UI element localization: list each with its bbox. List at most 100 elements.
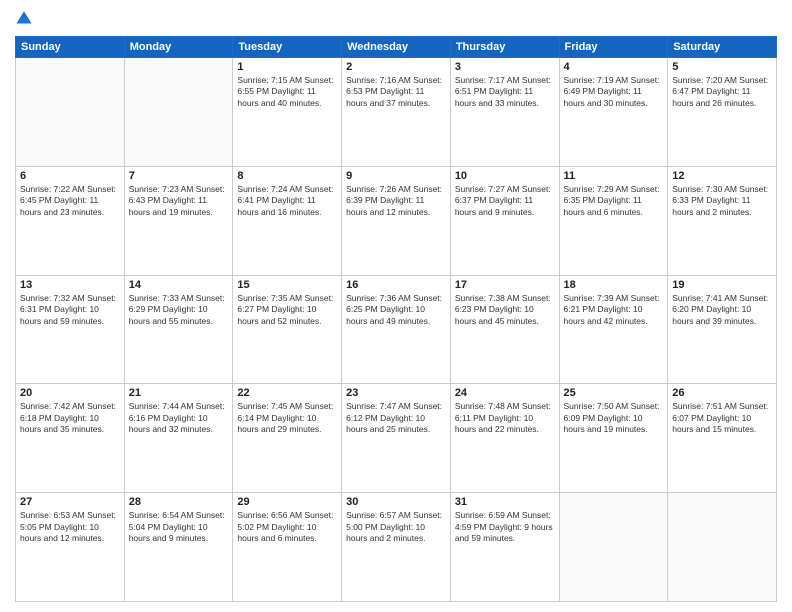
col-tuesday: Tuesday [233, 37, 342, 58]
day-info: Sunrise: 6:53 AM Sunset: 5:05 PM Dayligh… [20, 510, 120, 544]
day-info: Sunrise: 7:32 AM Sunset: 6:31 PM Dayligh… [20, 293, 120, 327]
day-info: Sunrise: 7:15 AM Sunset: 6:55 PM Dayligh… [237, 75, 337, 109]
day-number: 5 [672, 61, 772, 73]
day-number: 11 [564, 170, 664, 182]
day-number: 8 [237, 170, 337, 182]
calendar-week-2: 13 Sunrise: 7:32 AM Sunset: 6:31 PM Dayli… [16, 275, 777, 384]
day-number: 19 [672, 279, 772, 291]
logo-icon [15, 10, 33, 28]
day-number: 9 [346, 170, 446, 182]
calendar-cell [124, 58, 233, 167]
calendar-cell: 3 Sunrise: 7:17 AM Sunset: 6:51 PM Daylig… [450, 58, 559, 167]
day-info: Sunrise: 7:47 AM Sunset: 6:12 PM Dayligh… [346, 401, 446, 435]
day-info: Sunrise: 6:57 AM Sunset: 5:00 PM Dayligh… [346, 510, 446, 544]
day-info: Sunrise: 7:33 AM Sunset: 6:29 PM Dayligh… [129, 293, 229, 327]
day-number: 15 [237, 279, 337, 291]
calendar-cell: 30Sunrise: 6:57 AM Sunset: 5:00 PM Dayli… [342, 493, 451, 602]
day-number: 31 [455, 496, 555, 508]
calendar-week-1: 6 Sunrise: 7:22 AM Sunset: 6:45 PM Daylig… [16, 166, 777, 275]
calendar-header-row: Sunday Monday Tuesday Wednesday Thursday… [16, 37, 777, 58]
day-info: Sunrise: 7:22 AM Sunset: 6:45 PM Dayligh… [20, 184, 120, 218]
col-wednesday: Wednesday [342, 37, 451, 58]
calendar-cell: 22Sunrise: 7:45 AM Sunset: 6:14 PM Dayli… [233, 384, 342, 493]
day-number: 27 [20, 496, 120, 508]
calendar-cell: 16Sunrise: 7:36 AM Sunset: 6:25 PM Dayli… [342, 275, 451, 384]
day-info: Sunrise: 7:44 AM Sunset: 6:16 PM Dayligh… [129, 401, 229, 435]
day-info: Sunrise: 7:26 AM Sunset: 6:39 PM Dayligh… [346, 184, 446, 218]
calendar-cell: 7 Sunrise: 7:23 AM Sunset: 6:43 PM Daylig… [124, 166, 233, 275]
day-number: 2 [346, 61, 446, 73]
day-number: 14 [129, 279, 229, 291]
day-info: Sunrise: 7:38 AM Sunset: 6:23 PM Dayligh… [455, 293, 555, 327]
calendar-week-3: 20 Sunrise: 7:42 AM Sunset: 6:18 PM Dayli… [16, 384, 777, 493]
day-info: Sunrise: 7:17 AM Sunset: 6:51 PM Dayligh… [455, 75, 555, 109]
day-number: 10 [455, 170, 555, 182]
col-sunday: Sunday [16, 37, 125, 58]
col-monday: Monday [124, 37, 233, 58]
day-info: Sunrise: 6:54 AM Sunset: 5:04 PM Dayligh… [129, 510, 229, 544]
day-info: Sunrise: 7:50 AM Sunset: 6:09 PM Dayligh… [564, 401, 664, 435]
day-number: 17 [455, 279, 555, 291]
day-info: Sunrise: 7:16 AM Sunset: 6:53 PM Dayligh… [346, 75, 446, 109]
calendar-cell [16, 58, 125, 167]
calendar-cell: 20 Sunrise: 7:42 AM Sunset: 6:18 PM Dayli… [16, 384, 125, 493]
calendar-cell: 5Sunrise: 7:20 AM Sunset: 6:47 PM Daylig… [668, 58, 777, 167]
day-number: 1 [237, 61, 337, 73]
day-number: 3 [455, 61, 555, 73]
day-number: 29 [237, 496, 337, 508]
day-number: 20 [20, 387, 120, 399]
day-number: 13 [20, 279, 120, 291]
calendar-cell: 17 Sunrise: 7:38 AM Sunset: 6:23 PM Dayli… [450, 275, 559, 384]
col-thursday: Thursday [450, 37, 559, 58]
day-info: Sunrise: 7:19 AM Sunset: 6:49 PM Dayligh… [564, 75, 664, 109]
calendar-cell: 1 Sunrise: 7:15 AM Sunset: 6:55 PM Daylig… [233, 58, 342, 167]
day-info: Sunrise: 7:29 AM Sunset: 6:35 PM Dayligh… [564, 184, 664, 218]
day-number: 16 [346, 279, 446, 291]
calendar-cell: 21Sunrise: 7:44 AM Sunset: 6:16 PM Dayli… [124, 384, 233, 493]
col-friday: Friday [559, 37, 668, 58]
logo [15, 10, 35, 28]
day-number: 24 [455, 387, 555, 399]
calendar-cell: 13 Sunrise: 7:32 AM Sunset: 6:31 PM Dayli… [16, 275, 125, 384]
day-info: Sunrise: 7:41 AM Sunset: 6:20 PM Dayligh… [672, 293, 772, 327]
calendar-cell: 26Sunrise: 7:51 AM Sunset: 6:07 PM Dayli… [668, 384, 777, 493]
calendar-cell [559, 493, 668, 602]
day-number: 25 [564, 387, 664, 399]
calendar-cell: 10Sunrise: 7:27 AM Sunset: 6:37 PM Dayli… [450, 166, 559, 275]
calendar-week-4: 27 Sunrise: 6:53 AM Sunset: 5:05 PM Dayli… [16, 493, 777, 602]
calendar-cell: 6 Sunrise: 7:22 AM Sunset: 6:45 PM Daylig… [16, 166, 125, 275]
day-info: Sunrise: 7:42 AM Sunset: 6:18 PM Dayligh… [20, 401, 120, 435]
day-info: Sunrise: 7:51 AM Sunset: 6:07 PM Dayligh… [672, 401, 772, 435]
calendar-cell: 23 Sunrise: 7:47 AM Sunset: 6:12 PM Dayli… [342, 384, 451, 493]
day-info: Sunrise: 6:56 AM Sunset: 5:02 PM Dayligh… [237, 510, 337, 544]
calendar-cell: 28Sunrise: 6:54 AM Sunset: 5:04 PM Dayli… [124, 493, 233, 602]
calendar-cell [668, 493, 777, 602]
calendar-cell: 2 Sunrise: 7:16 AM Sunset: 6:53 PM Daylig… [342, 58, 451, 167]
day-number: 6 [20, 170, 120, 182]
day-info: Sunrise: 7:30 AM Sunset: 6:33 PM Dayligh… [672, 184, 772, 218]
col-saturday: Saturday [668, 37, 777, 58]
calendar-cell: 8 Sunrise: 7:24 AM Sunset: 6:41 PM Daylig… [233, 166, 342, 275]
calendar-week-0: 1 Sunrise: 7:15 AM Sunset: 6:55 PM Daylig… [16, 58, 777, 167]
calendar-cell: 9 Sunrise: 7:26 AM Sunset: 6:39 PM Daylig… [342, 166, 451, 275]
day-info: Sunrise: 7:24 AM Sunset: 6:41 PM Dayligh… [237, 184, 337, 218]
calendar-cell: 31 Sunrise: 6:59 AM Sunset: 4:59 PM Dayli… [450, 493, 559, 602]
day-info: Sunrise: 7:45 AM Sunset: 6:14 PM Dayligh… [237, 401, 337, 435]
day-info: Sunrise: 7:23 AM Sunset: 6:43 PM Dayligh… [129, 184, 229, 218]
day-number: 18 [564, 279, 664, 291]
calendar-cell: 25 Sunrise: 7:50 AM Sunset: 6:09 PM Dayli… [559, 384, 668, 493]
calendar-table: Sunday Monday Tuesday Wednesday Thursday… [15, 36, 777, 602]
day-number: 23 [346, 387, 446, 399]
day-info: Sunrise: 7:35 AM Sunset: 6:27 PM Dayligh… [237, 293, 337, 327]
calendar-cell: 24Sunrise: 7:48 AM Sunset: 6:11 PM Dayli… [450, 384, 559, 493]
calendar-cell: 11 Sunrise: 7:29 AM Sunset: 6:35 PM Dayli… [559, 166, 668, 275]
day-number: 4 [564, 61, 664, 73]
calendar-cell: 29 Sunrise: 6:56 AM Sunset: 5:02 PM Dayli… [233, 493, 342, 602]
page: Sunday Monday Tuesday Wednesday Thursday… [0, 0, 792, 612]
day-number: 7 [129, 170, 229, 182]
day-info: Sunrise: 6:59 AM Sunset: 4:59 PM Dayligh… [455, 510, 555, 544]
calendar-cell: 12Sunrise: 7:30 AM Sunset: 6:33 PM Dayli… [668, 166, 777, 275]
day-info: Sunrise: 7:39 AM Sunset: 6:21 PM Dayligh… [564, 293, 664, 327]
calendar-cell: 18 Sunrise: 7:39 AM Sunset: 6:21 PM Dayli… [559, 275, 668, 384]
calendar-cell: 4 Sunrise: 7:19 AM Sunset: 6:49 PM Daylig… [559, 58, 668, 167]
